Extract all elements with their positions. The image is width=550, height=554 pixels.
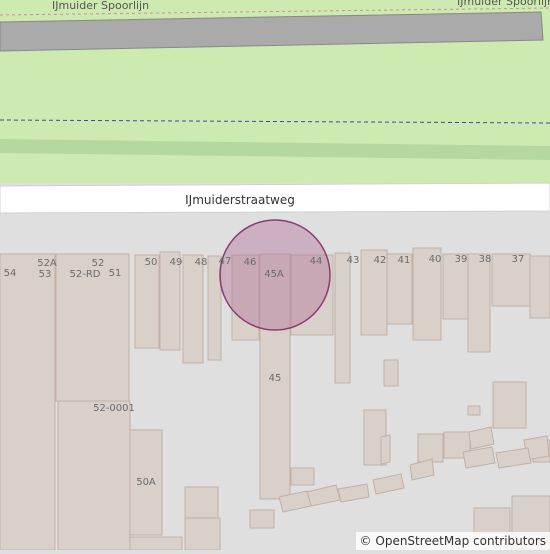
attribution-link[interactable]: OpenStreetMap contributors bbox=[375, 534, 546, 548]
building bbox=[249, 509, 275, 529]
house-number: 43 bbox=[346, 255, 360, 266]
house-number: 40 bbox=[428, 254, 442, 265]
house-number: 50A bbox=[136, 477, 156, 488]
building bbox=[380, 434, 391, 465]
house-number: 51 bbox=[108, 268, 122, 279]
railway-label-left: IJmuider Spoorlijn bbox=[52, 0, 150, 12]
house-number: 49 bbox=[169, 257, 183, 268]
building bbox=[57, 400, 131, 551]
building bbox=[184, 486, 219, 520]
building bbox=[184, 517, 221, 551]
house-number: 42 bbox=[373, 255, 387, 266]
house-number: 38 bbox=[478, 254, 492, 265]
building bbox=[0, 253, 56, 551]
building bbox=[306, 484, 341, 507]
building bbox=[337, 483, 370, 503]
house-number: 52-RD bbox=[69, 269, 101, 280]
copyright-symbol: © bbox=[359, 534, 372, 548]
house-number: 45A bbox=[264, 269, 284, 280]
house-number: 46 bbox=[243, 257, 257, 268]
house-number: 39 bbox=[454, 254, 468, 265]
house-number: 44 bbox=[309, 256, 323, 267]
railway-label-right: IJmuider Spoorlijn bbox=[457, 0, 550, 8]
house-number: 41 bbox=[397, 255, 411, 266]
building bbox=[467, 405, 481, 416]
building bbox=[492, 381, 527, 429]
house-number: 53 bbox=[38, 269, 52, 280]
house-number: 37 bbox=[511, 254, 525, 265]
building bbox=[383, 359, 399, 387]
building bbox=[467, 253, 491, 353]
building bbox=[409, 458, 435, 481]
building bbox=[129, 536, 183, 551]
buildings-angled bbox=[278, 426, 550, 513]
house-number: 47 bbox=[218, 256, 232, 267]
building bbox=[182, 254, 204, 364]
building bbox=[495, 447, 532, 469]
building bbox=[334, 252, 351, 384]
map-view[interactable]: IJmuider Spoorlijn IJmuider Spoorlijn IJ… bbox=[0, 0, 550, 551]
building bbox=[529, 255, 550, 319]
building bbox=[207, 255, 222, 361]
building bbox=[372, 473, 405, 495]
building bbox=[417, 433, 444, 463]
house-number: 45 bbox=[268, 373, 282, 384]
house-number: 48 bbox=[194, 257, 208, 268]
building bbox=[473, 507, 511, 534]
house-number: 52-0001 bbox=[93, 403, 135, 414]
house-number: 54 bbox=[3, 268, 17, 279]
attribution: © OpenStreetMap contributors bbox=[355, 532, 550, 550]
building bbox=[468, 426, 495, 450]
street-label: IJmuiderstraatweg bbox=[185, 193, 295, 207]
house-number: 50 bbox=[144, 257, 158, 268]
building bbox=[290, 467, 315, 486]
